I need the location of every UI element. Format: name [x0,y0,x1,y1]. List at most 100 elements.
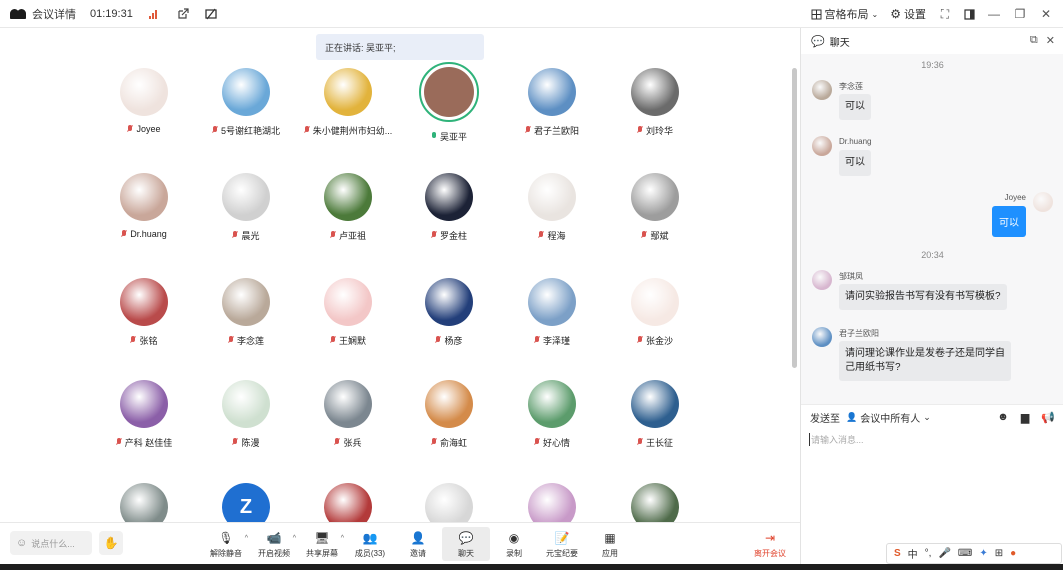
participant-tile[interactable]: 刘玲华 [600,68,710,137]
grid-menu-icon[interactable]: ⊞ [995,548,1003,559]
chinese-mode-icon[interactable]: 中 [908,546,918,561]
participant-name: 李念莲 [236,336,264,346]
participant-tile[interactable]: 张金沙 [600,278,710,347]
avatar [419,62,479,122]
reaction-input[interactable]: ☺ 说点什么... [10,531,92,555]
participant-tile[interactable]: Joyee [89,68,199,134]
participant-tile[interactable]: 罗金柱 [394,173,504,242]
participant-tile[interactable]: 卢亚祖 [293,173,403,242]
toolbar-share-screen-button[interactable]: 🖥 共享屏幕 ^ [298,527,346,561]
participant-tile[interactable]: 俞海虹 [394,380,504,449]
open-external-icon[interactable] [177,7,189,20]
message-list[interactable]: 19:36 李念莲 可以 Dr.huang 可以 Joyee 可以 20:34 … [801,54,1063,404]
participant-tile[interactable]: 吴亚平 [394,62,504,143]
participant-tile[interactable]: 好心情 [497,380,607,449]
avatar [528,173,576,221]
close-window-icon[interactable]: ✕ [1039,7,1053,21]
participant-tile[interactable]: 5号谢红艳湖北 [191,68,301,137]
participant-tile[interactable] [497,483,607,522]
participant-tile[interactable]: 晨光 [191,173,301,242]
participant-tile[interactable]: 王长征 [600,380,710,449]
raise-hand-button[interactable]: ✋ [99,531,123,555]
close-chat-icon[interactable]: ✕ [1046,34,1055,47]
toolbar-summary-button[interactable]: 📝 元宝纪要 [538,527,586,561]
chevron-up-icon[interactable]: ^ [245,535,248,542]
meeting-duration: 01:19:31 [90,7,133,20]
avatar [120,380,168,428]
participant-tile[interactable]: 张兵 [293,380,403,449]
toolbar-record-button[interactable]: ◉ 录制 [490,527,538,561]
participant-tile[interactable]: 君子兰欧阳 [497,68,607,137]
screen-capture-icon[interactable] [205,8,217,20]
fullscreen-icon[interactable]: ⛶ [938,7,952,22]
participant-tile[interactable]: Dr.huang [89,173,199,239]
avatar: Z [222,483,270,522]
leave-meeting-button[interactable]: ⇥ 离开会议 [748,527,792,559]
participant-tile[interactable]: 产科 赵佳佳 [89,380,199,449]
meeting-details-link[interactable]: 会议详情 [32,6,76,22]
keyboard-icon[interactable]: ⌨ [958,548,972,559]
mic-muted-icon [534,336,540,345]
participant-tile[interactable]: Z [191,483,301,522]
chevron-up-icon[interactable]: ^ [341,535,344,542]
chevron-up-icon[interactable]: ^ [293,535,296,542]
participant-name-row: Joyee [89,124,199,134]
toolbar-mic-off-button[interactable]: 🎙 解除静音 ^ [202,527,250,561]
mascot-icon[interactable]: ● [1010,548,1016,559]
sogou-logo-icon[interactable]: S [894,548,901,559]
folder-icon[interactable]: ▆ [1021,411,1029,424]
own-message: Joyee 可以 [853,192,1053,242]
participant-tile[interactable]: 李念莲 [191,278,301,347]
restore-icon[interactable]: ❐ [1013,7,1027,21]
timestamp: 20:34 [921,250,944,260]
punctuation-icon[interactable]: °, [925,548,932,559]
toolbar-video-off-button[interactable]: 📹 开启视频 ^ [250,527,298,561]
toolbar-invite-button[interactable]: 👤 邀请 [394,527,442,561]
participant-tile[interactable]: 鄢斌 [600,173,710,242]
network-signal-icon[interactable] [148,9,161,19]
participant-tile[interactable]: 李泽瑾 [497,278,607,347]
send-target-value: 会议中所有人 [860,414,921,425]
participant-tile[interactable] [394,483,504,522]
toolbar-chat-button[interactable]: 💬 聊天 [442,527,490,561]
participant-tile[interactable]: 朱小健荆州市妇幼... [293,68,403,137]
participant-name-row: 君子兰欧阳 [497,124,607,137]
emoji-icon[interactable]: ☻ [997,411,1009,424]
participant-tile[interactable] [89,483,199,522]
share-screen-icon: 🖥 [314,531,330,545]
participant-tile[interactable]: 程海 [497,173,607,242]
participant-name-row: 张兵 [293,436,403,449]
toolbar-buttons: 🎙 解除静音 ^ 📹 开启视频 ^ 🖥 共享屏幕 ^ 👥 成员(33) 👤 邀请 💬 聊天 ◉ 录制 📝 元宝纪要 ▦… [202,527,634,561]
minimize-icon[interactable]: — [987,7,1001,21]
participant-tile[interactable]: 杨彦 [394,278,504,347]
participant-tile[interactable]: 张铭 [89,278,199,347]
skin-icon[interactable]: ✦ [979,548,987,559]
participant-tile[interactable] [600,483,710,522]
megaphone-icon[interactable]: 📢 [1041,411,1055,424]
summary-icon: 📝 [554,531,570,545]
participant-tile[interactable]: 王娴默 [293,278,403,347]
smiley-icon: ☺ [16,537,28,549]
hand-icon: ✋ [103,536,119,550]
settings-button[interactable]: ⚙ 设置 [890,6,926,22]
gallery-scrollbar[interactable] [792,68,797,368]
microphone-icon[interactable]: 🎤 [938,548,950,559]
exit-icon: ⇥ [764,531,776,545]
participant-name-row: 产科 赵佳佳 [89,436,199,449]
participant-name: 陈漫 [241,438,260,448]
participant-tile[interactable]: 陈漫 [191,380,301,449]
avatar [120,278,168,326]
participant-tile[interactable] [293,483,403,522]
send-target-select[interactable]: 👤 会议中所有人 ⌄ [846,410,931,425]
sidebar-toggle-icon[interactable] [964,8,975,20]
layout-button[interactable]: 宫格布局 ⌄ [811,6,878,22]
popout-icon[interactable]: ⧉ [1030,34,1038,47]
mic-muted-icon [525,126,531,135]
mic-muted-icon [116,438,122,447]
toolbar-apps-button[interactable]: ▦ 应用 [586,527,634,561]
mic-off-icon: 🎙 [218,531,234,545]
chat-input[interactable]: 请输入消息... [809,433,864,446]
toolbar-members-button[interactable]: 👥 成员(33) [346,527,394,561]
toolbar-label: 元宝纪要 [546,549,578,558]
toolbar-label: 邀请 [410,549,426,558]
